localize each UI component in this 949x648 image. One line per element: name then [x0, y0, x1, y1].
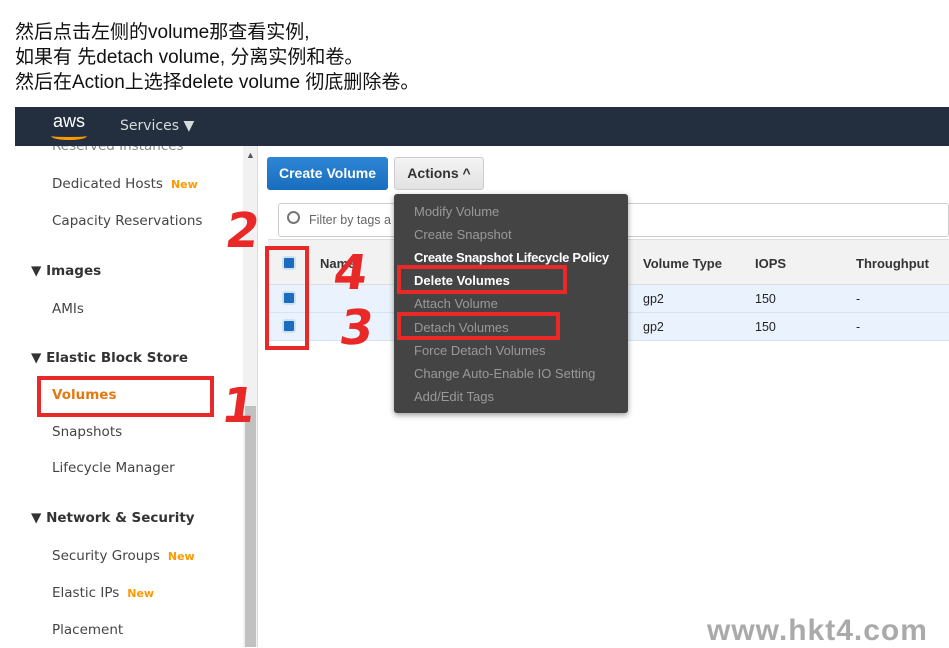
sidebar-item-security-groups[interactable]: Security Groups New [52, 548, 195, 564]
label: Security Groups [52, 548, 160, 564]
label: Elastic IPs [52, 585, 120, 601]
menu-modify-volume[interactable]: Modify Volume [414, 204, 499, 219]
cell-iops: 150 [755, 292, 776, 306]
services-menu[interactable]: Services ▼ [120, 118, 194, 134]
scrollbar-thumb[interactable] [245, 406, 256, 647]
aws-logo[interactable]: aws [53, 111, 85, 132]
actions-button[interactable]: Actions ^ [394, 157, 484, 190]
instruction-line-1: 然后点击左侧的volume那查看实例, [15, 22, 310, 43]
menu-attach-volume[interactable]: Attach Volume [414, 296, 498, 311]
actions-menu: Modify Volume Create Snapshot Create Sna… [394, 194, 628, 413]
filter-placeholder: Filter by tags a [309, 213, 391, 227]
highlight-detach [397, 312, 560, 340]
instruction-line-2: 如果有 先detach volume, 分离实例和卷。 [15, 47, 364, 68]
menu-create-lifecycle-policy[interactable]: Create Snapshot Lifecycle Policy [414, 250, 609, 265]
sidebar-item-reserved-instances[interactable]: Reserved Instances [52, 146, 184, 154]
sidebar-section-ebs[interactable]: ▼ Elastic Block Store [31, 350, 188, 366]
cell-throughput: - [856, 292, 861, 306]
highlight-checkboxes [265, 246, 309, 350]
search-icon [287, 211, 300, 224]
col-volume-type[interactable]: Volume Type [643, 256, 722, 271]
highlight-volumes [37, 376, 214, 417]
sidebar-item-dedicated-hosts[interactable]: Dedicated Hosts New [52, 176, 198, 192]
top-nav: aws Services ▼ [15, 107, 949, 146]
col-iops[interactable]: IOPS [755, 256, 786, 271]
sidebar-section-images[interactable]: ▼ Images [31, 263, 101, 279]
scroll-up-icon[interactable]: ▲ [246, 150, 255, 160]
menu-force-detach[interactable]: Force Detach Volumes [414, 343, 546, 358]
sidebar-item-elastic-ips[interactable]: Elastic IPs New [52, 585, 154, 601]
highlight-delete [397, 265, 567, 294]
menu-add-edit-tags[interactable]: Add/Edit Tags [414, 389, 494, 404]
instruction-line-3: 然后在Action上选择delete volume 彻底删除卷。 [15, 72, 420, 93]
new-badge: New [170, 178, 198, 191]
menu-create-snapshot[interactable]: Create Snapshot [414, 227, 512, 242]
sidebar-item-placement[interactable]: Placement [52, 622, 123, 638]
col-throughput[interactable]: Throughput [856, 256, 929, 271]
new-badge: New [167, 550, 195, 563]
sidebar-item-capacity-reservations[interactable]: Capacity Reservations [52, 213, 202, 229]
cell-throughput: - [856, 320, 861, 334]
menu-auto-enable-io[interactable]: Change Auto-Enable IO Setting [414, 366, 595, 381]
cell-type: gp2 [643, 320, 664, 334]
label: Dedicated Hosts [52, 176, 163, 192]
sidebar-item-amis[interactable]: AMIs [52, 301, 84, 317]
sidebar-item-snapshots[interactable]: Snapshots [52, 424, 122, 440]
sidebar-item-lifecycle-manager[interactable]: Lifecycle Manager [52, 460, 175, 476]
watermark: www.hkt4.com [707, 614, 928, 647]
cell-iops: 150 [755, 320, 776, 334]
annotation-3: 3 [336, 300, 378, 356]
create-volume-button[interactable]: Create Volume [267, 157, 388, 190]
new-badge: New [127, 587, 155, 600]
aws-smile-icon [51, 132, 87, 140]
cell-type: gp2 [643, 292, 664, 306]
sidebar-section-network-security[interactable]: ▼ Network & Security [31, 510, 195, 526]
